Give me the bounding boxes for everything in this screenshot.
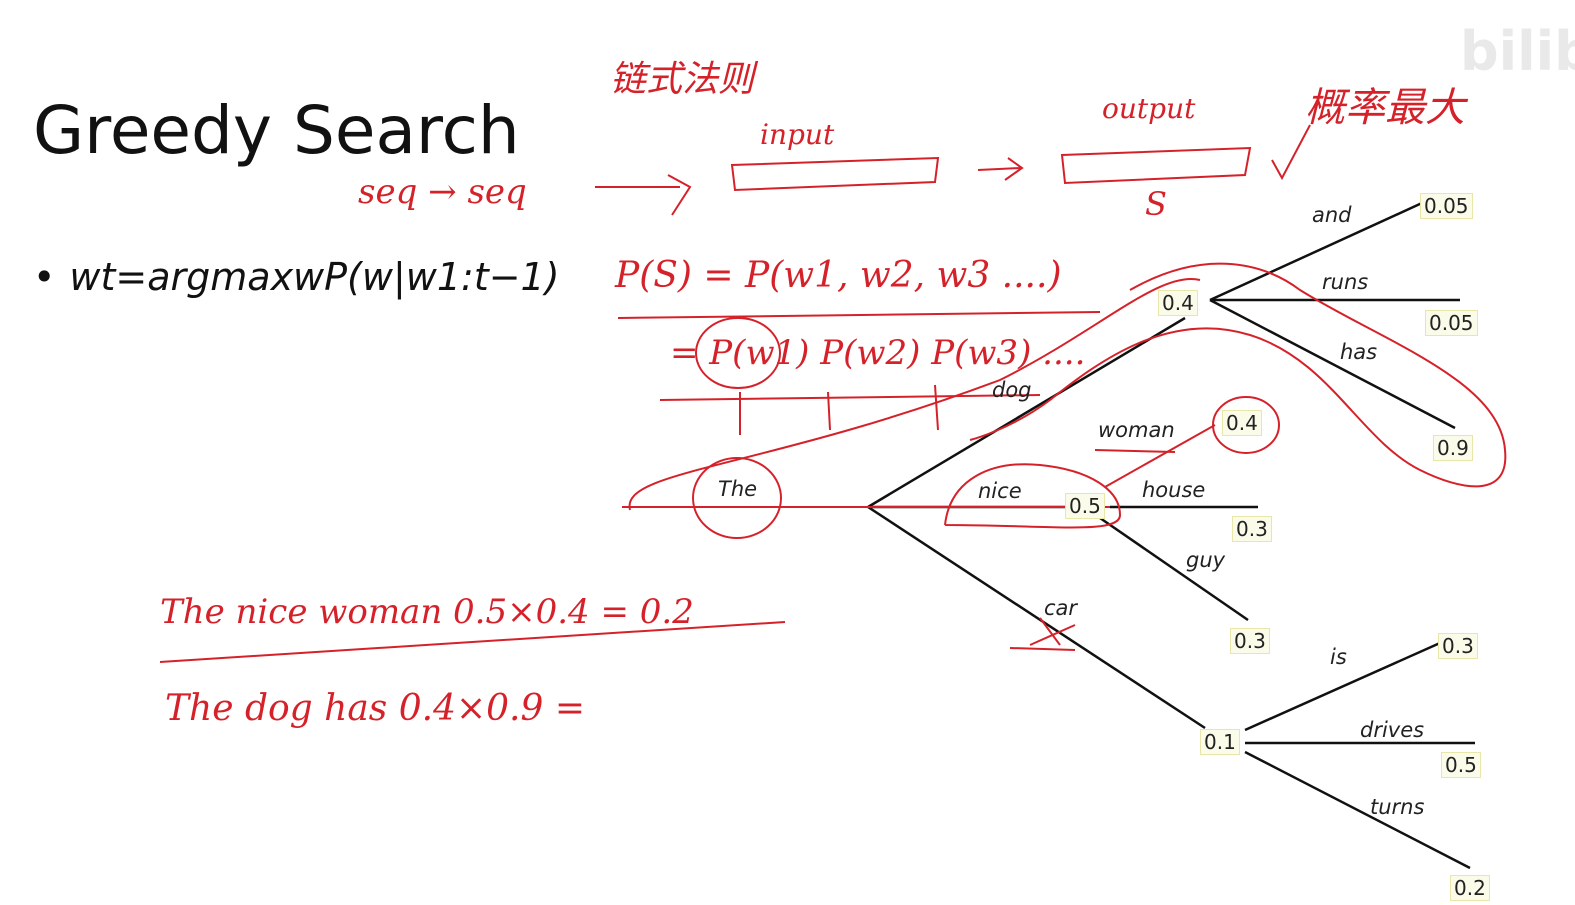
- word-car: car: [1044, 596, 1078, 620]
- prob-car: 0.1: [1200, 729, 1240, 755]
- word-nice: nice: [978, 479, 1022, 503]
- prob-guy: 0.3: [1230, 628, 1270, 654]
- prob-nice: 0.5: [1065, 493, 1105, 519]
- note-max-prob: 概率最大: [1305, 85, 1465, 131]
- word-woman: woman: [1098, 418, 1175, 442]
- red-output-box: [1060, 146, 1252, 185]
- prob-turns: 0.2: [1450, 875, 1490, 901]
- word-runs: runs: [1322, 270, 1369, 294]
- red-seq-arrow: [595, 174, 692, 216]
- note-line-dog-has: The dog has 0.4×0.9 =: [165, 688, 585, 729]
- edge-guy: [1099, 516, 1249, 622]
- prob-house: 0.3: [1232, 516, 1272, 542]
- red-arrows-up: [739, 384, 939, 435]
- word-house: house: [1142, 478, 1206, 502]
- red-arrow-2: [977, 157, 1024, 181]
- prob-is: 0.3: [1438, 633, 1478, 659]
- word-turns: turns: [1370, 795, 1425, 819]
- note-input: input: [760, 118, 835, 151]
- edge-car: [867, 505, 1206, 730]
- prob-drives: 0.5: [1441, 752, 1481, 778]
- edge-turns: [1244, 750, 1471, 870]
- edge-has: [1209, 298, 1456, 430]
- word-is: is: [1330, 645, 1347, 669]
- note-line-nice-woman: The nice woman 0.5×0.4 = 0.2: [160, 592, 694, 632]
- note-joint-prob: P(S) = P(w1, w2, w3 ....): [615, 255, 1062, 296]
- red-underline-factored: [659, 394, 1041, 401]
- word-dog: dog: [992, 378, 1032, 402]
- prob-woman: 0.4: [1222, 410, 1262, 436]
- prob-dog: 0.4: [1158, 290, 1198, 316]
- prob-and: 0.05: [1420, 193, 1473, 219]
- red-underline-woman: [1094, 449, 1176, 453]
- red-input-box: [730, 156, 940, 192]
- red-cross-car: [1009, 617, 1076, 651]
- note-chain-rule: 链式法则: [610, 59, 755, 100]
- word-drives: drives: [1360, 718, 1425, 742]
- word-and: and: [1312, 203, 1352, 227]
- note-seq2seq: seq → seq: [358, 172, 527, 212]
- note-factored-prob: = P(w1) P(w2) P(w3) ....: [670, 333, 1086, 373]
- note-output: output: [1102, 92, 1196, 125]
- prob-runs: 0.05: [1425, 310, 1478, 336]
- red-underline-joint: [617, 311, 1101, 319]
- note-s: S: [1145, 185, 1167, 223]
- word-guy: guy: [1186, 548, 1226, 572]
- word-has: has: [1340, 340, 1378, 364]
- prob-has: 0.9: [1433, 435, 1473, 461]
- word-the: The: [718, 477, 758, 501]
